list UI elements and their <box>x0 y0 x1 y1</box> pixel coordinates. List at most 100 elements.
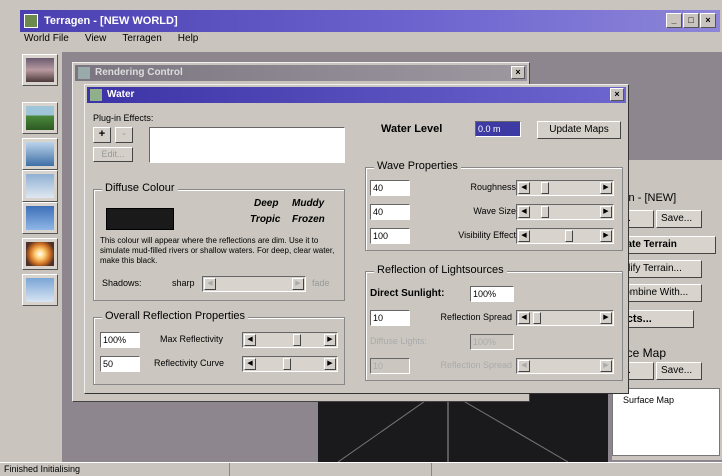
wave-properties-group: Wave Properties 40 Roughness ◀ ▶ 40 Wave… <box>365 160 623 251</box>
shadows-fade-label: fade <box>312 278 330 288</box>
app-icon <box>24 14 38 28</box>
app-titlebar[interactable]: Terragen - [NEW WORLD] _ □ × <box>20 10 720 32</box>
update-maps-button[interactable]: Update Maps <box>537 121 621 139</box>
water-icon <box>26 142 54 166</box>
plugin-effects-list[interactable] <box>149 127 345 163</box>
app-title: Terragen - [NEW WORLD] <box>44 15 178 27</box>
status-bar: Finished Initialising <box>0 462 722 476</box>
wave-size-thumb[interactable] <box>541 206 549 218</box>
max-reflectivity-input[interactable]: 100% <box>100 332 140 348</box>
minimize-button[interactable]: _ <box>666 13 682 28</box>
wave-size-slider[interactable]: ◀ ▶ <box>516 204 614 220</box>
visibility-effect-thumb[interactable] <box>565 230 573 242</box>
water-level-input[interactable]: 0.0 m <box>475 121 521 137</box>
shadows-right-arrow-icon[interactable]: ▶ <box>292 278 304 290</box>
render-preview <box>318 391 608 463</box>
visibility-effect-right-arrow-icon[interactable]: ▶ <box>600 230 612 242</box>
water-window-button[interactable] <box>22 138 58 170</box>
reflectivity-curve-slider[interactable]: ◀ ▶ <box>242 356 338 372</box>
reflectivity-curve-label: Reflectivity Curve <box>154 358 225 368</box>
rendering-control-icon <box>78 67 90 79</box>
wave-size-label: Wave Size <box>473 206 516 216</box>
reflection-spread-right-arrow-icon[interactable]: ▶ <box>600 312 612 324</box>
direct-sunlight-input[interactable]: 100% <box>470 286 514 302</box>
preset-tropic[interactable]: Tropic <box>250 214 280 225</box>
rendering-control-title: Rendering Control <box>95 67 183 78</box>
direct-sunlight-label: Direct Sunlight: <box>370 288 445 299</box>
surface-map-list[interactable]: Surface Map <box>612 388 720 456</box>
water-close-button[interactable]: × <box>610 88 624 101</box>
roughness-slider[interactable]: ◀ ▶ <box>516 180 614 196</box>
add-plugin-button[interactable]: + <box>93 127 111 143</box>
reflection-spread-thumb[interactable] <box>533 312 541 324</box>
diffuse-spread-left-arrow-icon[interactable]: ◀ <box>518 360 530 372</box>
lighting-window-button[interactable] <box>22 238 58 270</box>
atmosphere-window-button[interactable] <box>22 274 58 306</box>
reflection-spread-slider[interactable]: ◀ ▶ <box>516 310 614 326</box>
visibility-effect-left-arrow-icon[interactable]: ◀ <box>518 230 530 242</box>
max-reflectivity-slider[interactable]: ◀ ▶ <box>242 332 338 348</box>
reflectivity-curve-right-arrow-icon[interactable]: ▶ <box>324 358 336 370</box>
max-reflectivity-thumb[interactable] <box>293 334 301 346</box>
water-title: Water <box>107 89 135 100</box>
water-dialog: Water × Plug-in Effects: + - Edit... Wat… <box>84 84 629 394</box>
water-dialog-icon <box>90 89 102 101</box>
landscape-window-button[interactable] <box>22 54 58 86</box>
reflection-spread-left-arrow-icon[interactable]: ◀ <box>518 312 530 324</box>
shadows-left-arrow-icon[interactable]: ◀ <box>204 278 216 290</box>
surface-map-item[interactable]: Surface Map <box>623 395 674 405</box>
preset-muddy[interactable]: Muddy <box>292 198 324 209</box>
water-titlebar[interactable]: Water × <box>87 87 626 103</box>
overall-reflection-title: Overall Reflection Properties <box>102 310 249 322</box>
terrain-icon <box>26 106 54 130</box>
max-reflectivity-left-arrow-icon[interactable]: ◀ <box>244 334 256 346</box>
reflectivity-curve-thumb[interactable] <box>283 358 291 370</box>
terrain-save-button[interactable]: Save... <box>656 210 702 228</box>
sky-window-button[interactable] <box>22 202 58 234</box>
menu-view[interactable]: View <box>83 33 109 49</box>
maximize-button[interactable]: □ <box>683 13 699 28</box>
sky-icon <box>26 206 54 230</box>
roughness-label: Roughness <box>470 182 516 192</box>
close-button[interactable]: × <box>700 13 716 28</box>
rendering-control-titlebar[interactable]: Rendering Control × <box>75 65 527 81</box>
diffuse-colour-description: This colour will appear where the reflec… <box>100 236 335 265</box>
roughness-left-arrow-icon[interactable]: ◀ <box>518 182 530 194</box>
reflectivity-curve-left-arrow-icon[interactable]: ◀ <box>244 358 256 370</box>
visibility-effect-input[interactable]: 100 <box>370 228 410 244</box>
max-reflectivity-right-arrow-icon[interactable]: ▶ <box>324 334 336 346</box>
wave-size-left-arrow-icon[interactable]: ◀ <box>518 206 530 218</box>
remove-plugin-button[interactable]: - <box>115 127 133 143</box>
visibility-effect-slider[interactable]: ◀ ▶ <box>516 228 614 244</box>
sun-icon <box>26 242 54 266</box>
roughness-input[interactable]: 40 <box>370 180 410 196</box>
roughness-right-arrow-icon[interactable]: ▶ <box>600 182 612 194</box>
terrain-window-button[interactable] <box>22 102 58 134</box>
max-reflectivity-label: Max Reflectivity <box>160 334 224 344</box>
visibility-effect-label: Visibility Effect <box>458 230 516 240</box>
reflection-spread-input[interactable]: 10 <box>370 310 410 326</box>
rendering-control-close-button[interactable]: × <box>511 66 525 79</box>
landscape-icon <box>26 58 54 82</box>
roughness-thumb[interactable] <box>541 182 549 194</box>
menu-world-file[interactable]: World File <box>22 33 71 49</box>
cloud-window-button[interactable] <box>22 170 58 202</box>
preset-frozen[interactable]: Frozen <box>292 214 325 225</box>
preview-grid-lines <box>337 391 569 463</box>
diffuse-spread-slider[interactable]: ◀ ▶ <box>516 358 614 374</box>
diffuse-spread-input[interactable]: 10 <box>370 358 410 374</box>
diffuse-spread-right-arrow-icon[interactable]: ▶ <box>600 360 612 372</box>
reflectivity-curve-input[interactable]: 50 <box>100 356 140 372</box>
preset-deep[interactable]: Deep <box>254 198 278 209</box>
shadows-slider[interactable]: ◀ ▶ <box>202 276 306 292</box>
diffuse-colour-swatch[interactable] <box>106 208 174 230</box>
wave-size-input[interactable]: 40 <box>370 204 410 220</box>
diffuse-lights-input[interactable]: 100% <box>470 334 514 350</box>
wave-size-right-arrow-icon[interactable]: ▶ <box>600 206 612 218</box>
status-text: Finished Initialising <box>0 463 230 476</box>
surface-save-button[interactable]: Save... <box>656 362 702 380</box>
menu-terragen[interactable]: Terragen <box>120 33 163 49</box>
menu-help[interactable]: Help <box>176 33 201 49</box>
water-level-label: Water Level <box>381 123 443 135</box>
edit-plugin-button[interactable]: Edit... <box>93 147 133 162</box>
